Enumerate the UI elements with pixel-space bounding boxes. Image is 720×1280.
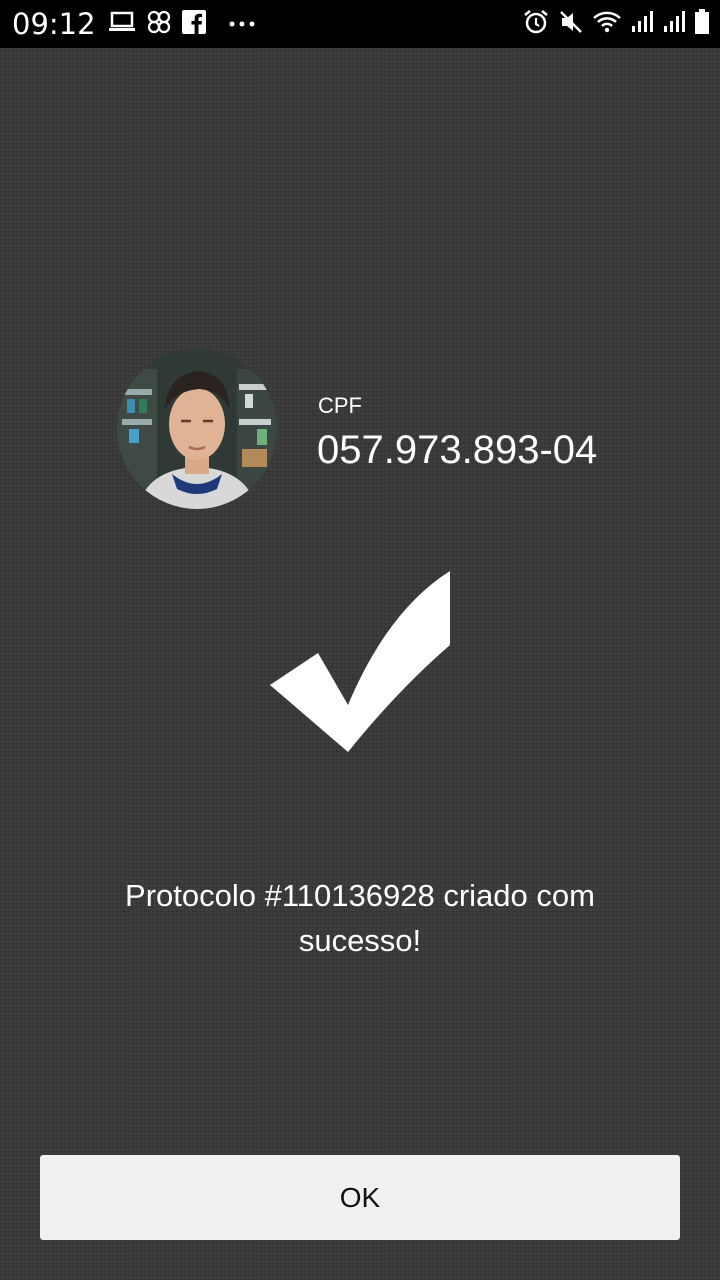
signal-1-icon: [630, 10, 654, 39]
wifi-icon: [592, 9, 622, 40]
status-bar: 09:12: [0, 0, 720, 48]
signal-2-icon: [662, 10, 686, 39]
facebook-icon: [181, 9, 206, 39]
cpf-value: 057.973.893-04: [317, 428, 598, 472]
pinwheel-icon: [146, 9, 172, 40]
alarm-icon: [522, 8, 550, 41]
avatar: [117, 349, 277, 509]
more-dots-icon: [228, 15, 256, 33]
ok-button[interactable]: OK: [40, 1155, 680, 1240]
battery-icon: [694, 8, 710, 40]
checkmark-icon: [268, 570, 453, 755]
success-message: Protocolo #110136928 criado com sucesso!: [125, 878, 595, 958]
mute-icon: [558, 9, 584, 40]
status-time: 09:12: [12, 7, 96, 41]
laptop-icon: [108, 11, 136, 38]
cpf-label: CPF: [318, 393, 362, 418]
